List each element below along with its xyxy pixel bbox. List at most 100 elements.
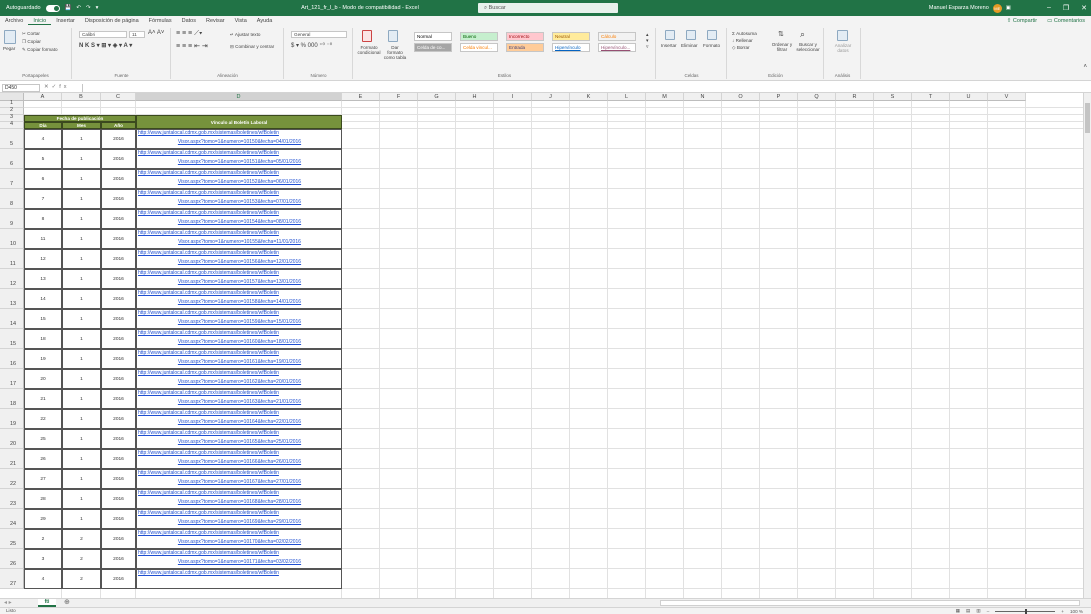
table-cell-dia[interactable]: 27 <box>24 477 62 482</box>
table-cell-dia[interactable]: 2 <box>24 537 62 542</box>
row-header[interactable]: 27 <box>0 569 24 589</box>
table-cell-anio[interactable]: 2016 <box>101 257 136 262</box>
boletin-link-line1[interactable]: http://www.juntalocal.cdmx.gob.mx/sistem… <box>138 450 341 456</box>
row-header[interactable]: 24 <box>0 509 24 529</box>
column-header-s[interactable]: S <box>874 93 912 101</box>
sheet-tab-active[interactable]: fti <box>38 599 56 607</box>
horizontal-scrollbar[interactable] <box>660 600 1080 606</box>
boletin-link-line2[interactable]: Visor.aspx?tomo=1&numero=10160&fecha=18/… <box>138 339 341 345</box>
tab-archivo[interactable]: Archivo <box>0 18 28 24</box>
table-cell-dia[interactable]: 11 <box>24 237 62 242</box>
conditional-format-button[interactable]: Formato condicional <box>356 45 382 55</box>
tab-ayuda[interactable]: Ayuda <box>252 18 278 24</box>
row-header[interactable]: 21 <box>0 449 24 469</box>
clear-button[interactable]: ◇ Borrar <box>732 45 750 51</box>
boletin-link-line1[interactable]: http://www.juntalocal.cdmx.gob.mx/sistem… <box>138 170 341 176</box>
paste-button[interactable]: Pegar <box>3 46 15 51</box>
cell-style-0[interactable]: Normal <box>414 32 452 41</box>
table-cell-anio[interactable]: 2016 <box>101 417 136 422</box>
delete-button[interactable]: Eliminar <box>681 43 698 48</box>
find-select-button[interactable]: Buscar y seleccionar <box>794 42 822 52</box>
boletin-link-line2[interactable]: Visor.aspx?tomo=1&numero=10169&fecha=29/… <box>138 519 341 525</box>
page-break-icon[interactable]: ▥ <box>976 608 980 614</box>
row-header[interactable]: 4 <box>0 121 24 129</box>
add-sheet-icon[interactable]: ⊕ <box>64 599 70 607</box>
table-cell-mes[interactable]: 1 <box>62 357 101 362</box>
column-header-b[interactable]: B <box>62 93 101 101</box>
autosum-button[interactable]: Σ Autosuma <box>732 31 757 36</box>
boletin-link-line2[interactable]: Visor.aspx?tomo=1&numero=10150&fecha=04/… <box>138 139 341 145</box>
cell-style-7[interactable]: Entrada <box>506 43 544 52</box>
table-cell-mes[interactable]: 2 <box>62 557 101 562</box>
conditional-format-icon[interactable] <box>362 30 372 42</box>
worksheet-grid[interactable]: A B C D E F G H I J K L M N O P Q R S T U V 1 2 3 4 5 6 7 8 9 10 11 12 13 1… <box>0 93 1083 598</box>
column-header-c[interactable]: C <box>101 93 136 101</box>
column-header-n[interactable]: N <box>684 93 722 101</box>
boletin-link-line1[interactable]: http://www.juntalocal.cdmx.gob.mx/sistem… <box>138 310 341 316</box>
boletin-link-line2[interactable]: Visor.aspx?tomo=1&numero=10163&fecha=21/… <box>138 399 341 405</box>
wrap-text-button[interactable]: ↵ Ajustar texto <box>230 32 260 38</box>
zoom-level[interactable]: 100 % <box>1070 609 1083 614</box>
table-cell-mes[interactable]: 1 <box>62 437 101 442</box>
cell-style-6[interactable]: Celda vincul... <box>460 43 498 52</box>
row-header[interactable]: 10 <box>0 229 24 249</box>
table-cell-mes[interactable]: 1 <box>62 497 101 502</box>
delete-cells-icon[interactable] <box>686 30 696 40</box>
column-header-e[interactable]: E <box>342 93 380 101</box>
column-header-k[interactable]: K <box>570 93 608 101</box>
table-cell-dia[interactable]: 25 <box>24 437 62 442</box>
column-header-l[interactable]: L <box>608 93 646 101</box>
font-style-icons[interactable]: N K S ▾ ⊞ ▾ ◈ ▾ A ▾ <box>79 42 132 49</box>
cut-button[interactable]: ✂ Cortar <box>22 31 40 37</box>
boletin-link-line2[interactable]: Visor.aspx?tomo=1&numero=10151&fecha=05/… <box>138 159 341 165</box>
boletin-link-line2[interactable]: Visor.aspx?tomo=1&numero=10157&fecha=13/… <box>138 279 341 285</box>
undo-icon[interactable]: ↶ <box>76 5 81 11</box>
boletin-link-line2[interactable]: Visor.aspx?tomo=1&numero=10164&fecha=22/… <box>138 419 341 425</box>
insert-cells-icon[interactable] <box>665 30 675 40</box>
merge-center-button[interactable]: ⊟ Combinar y centrar <box>230 44 274 50</box>
formula-input[interactable] <box>82 84 1082 92</box>
table-cell-dia[interactable]: 28 <box>24 497 62 502</box>
table-cell-mes[interactable]: 1 <box>62 217 101 222</box>
boletin-link-line1[interactable]: http://www.juntalocal.cdmx.gob.mx/sistem… <box>138 470 341 476</box>
user-account[interactable]: Manuel Esparza Moreno ME ▣ <box>929 3 1011 13</box>
avatar[interactable]: ME <box>992 3 1002 13</box>
tab-disposicion[interactable]: Disposición de página <box>80 18 144 24</box>
table-cell-dia[interactable]: 7 <box>24 197 62 202</box>
table-cell-mes[interactable]: 1 <box>62 517 101 522</box>
sort-filter-icon[interactable]: ⇅ <box>778 30 784 38</box>
ribbon-display-icon[interactable]: ▣ <box>1006 5 1011 11</box>
column-header-m[interactable]: M <box>646 93 684 101</box>
find-icon[interactable]: ⌕ <box>800 29 805 40</box>
row-header[interactable]: 13 <box>0 289 24 309</box>
table-cell-anio[interactable]: 2016 <box>101 457 136 462</box>
table-cell-dia[interactable]: 15 <box>24 317 62 322</box>
column-header-v[interactable]: V <box>988 93 1026 101</box>
boletin-link-line1[interactable]: http://www.juntalocal.cdmx.gob.mx/sistem… <box>138 350 341 356</box>
share-button[interactable]: ⇧ Compartir <box>1007 18 1037 24</box>
column-header-j[interactable]: J <box>532 93 570 101</box>
table-cell-anio[interactable]: 2016 <box>101 217 136 222</box>
table-cell-anio[interactable]: 2016 <box>101 137 136 142</box>
boletin-link-line1[interactable]: http://www.juntalocal.cdmx.gob.mx/sistem… <box>138 290 341 296</box>
cell-style-8[interactable]: Hipervínculo <box>552 43 590 52</box>
table-cell-mes[interactable]: 1 <box>62 317 101 322</box>
boletin-link-line2[interactable]: Visor.aspx?tomo=1&numero=10156&fecha=12/… <box>138 259 341 265</box>
boletin-link-line2[interactable]: Visor.aspx?tomo=1&numero=10159&fecha=15/… <box>138 319 341 325</box>
table-cell-anio[interactable]: 2016 <box>101 317 136 322</box>
boletin-link-line2[interactable]: Visor.aspx?tomo=1&numero=10165&fecha=25/… <box>138 439 341 445</box>
row-header[interactable]: 7 <box>0 169 24 189</box>
zoom-slider[interactable] <box>995 608 1056 614</box>
table-cell-dia[interactable]: 4 <box>24 137 62 142</box>
number-format-icons[interactable]: $ ▾ % 000 ⁺⁰ ⁻⁰ <box>291 42 332 49</box>
table-cell-dia[interactable]: 13 <box>24 277 62 282</box>
table-cell-dia[interactable]: 12 <box>24 257 62 262</box>
page-layout-icon[interactable]: ▤ <box>966 608 970 614</box>
row-header[interactable]: 16 <box>0 349 24 369</box>
column-header-a[interactable]: A <box>24 93 62 101</box>
column-header-h[interactable]: H <box>456 93 494 101</box>
collapse-ribbon-icon[interactable]: ˄ <box>1083 64 1087 70</box>
column-header-i[interactable]: I <box>494 93 532 101</box>
table-cell-mes[interactable]: 1 <box>62 277 101 282</box>
row-header[interactable]: 25 <box>0 529 24 549</box>
